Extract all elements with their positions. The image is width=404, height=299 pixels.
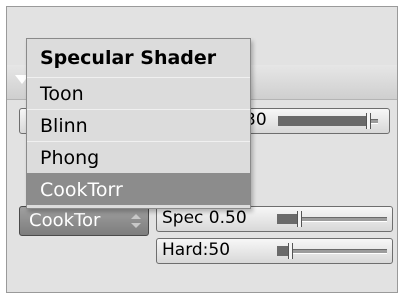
- hidden-slider-field[interactable]: 30: [232, 108, 390, 134]
- spec-slider-knob[interactable]: [297, 211, 302, 227]
- spec-slider-label: Spec 0.50: [162, 208, 247, 228]
- hard-slider-track: [277, 249, 387, 254]
- material-shader-panel: 30 CookTor Spec 0.50 Hard:50 Specular Sh…: [6, 6, 398, 293]
- spec-slider-fill: [277, 214, 297, 224]
- popup-title: Specular Shader: [40, 47, 217, 69]
- spec-slider[interactable]: Spec 0.50: [156, 206, 393, 232]
- menu-item-cooktorr[interactable]: CookTorr: [27, 173, 250, 205]
- menu-item-phong[interactable]: Phong: [27, 141, 250, 173]
- menu-item-toon[interactable]: Toon: [27, 77, 250, 109]
- hidden-slider-fill: [278, 116, 366, 126]
- specular-shader-value: CookTor: [29, 210, 101, 231]
- hard-slider-knob[interactable]: [288, 243, 293, 259]
- specular-shader-popup-menu: Specular Shader Toon Blinn Phong CookTor…: [26, 38, 251, 209]
- updown-arrows-icon: [131, 214, 141, 228]
- hidden-slider-knob[interactable]: [366, 113, 371, 129]
- hard-slider-label: Hard:50: [162, 240, 231, 260]
- specular-shader-dropdown[interactable]: CookTor: [19, 206, 149, 236]
- menu-item-blinn[interactable]: Blinn: [27, 109, 250, 141]
- hard-slider[interactable]: Hard:50: [156, 238, 393, 264]
- hard-slider-fill: [277, 246, 288, 256]
